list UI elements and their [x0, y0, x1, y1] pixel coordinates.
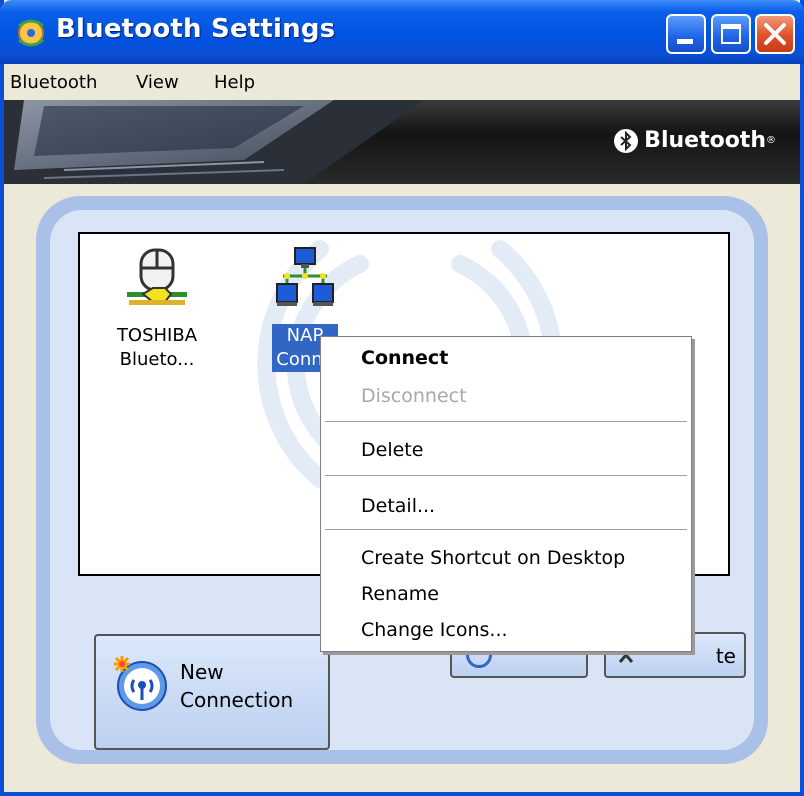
mouse-device-icon — [127, 248, 187, 305]
new-connection-label-line1: New — [180, 660, 224, 684]
bluetooth-brand: Bluetooth ® — [614, 128, 776, 153]
menu-bar: Bluetooth View Help — [4, 64, 800, 100]
menu-item-detail[interactable]: Detail... — [361, 495, 435, 517]
menu-item-change-icons[interactable]: Change Icons... — [361, 619, 508, 641]
menu-view[interactable]: View — [136, 72, 179, 93]
new-connection-label-line2: Connection — [180, 688, 294, 712]
context-menu: Connect Disconnect Delete Detail... Crea… — [320, 336, 692, 652]
maximize-icon — [721, 24, 741, 44]
menu-help[interactable]: Help — [214, 72, 255, 93]
device-label-line1: TOSHIBA — [116, 325, 198, 346]
new-connection-button[interactable]: New Connection — [94, 634, 330, 750]
menu-separator — [325, 475, 687, 477]
window-title: Bluetooth Settings — [56, 14, 336, 44]
menu-separator — [325, 529, 687, 531]
bluetooth-brand-text: Bluetooth — [644, 128, 766, 153]
menu-item-create-shortcut[interactable]: Create Shortcut on Desktop — [361, 547, 625, 569]
registered-mark: ® — [766, 135, 776, 146]
delete-button-label: te — [715, 644, 736, 668]
menu-bluetooth[interactable]: Bluetooth — [10, 72, 97, 93]
menu-item-disconnect: Disconnect — [361, 385, 467, 407]
device-toshiba[interactable]: TOSHIBA Blueto... — [92, 246, 222, 372]
device-label: TOSHIBA Blueto... — [92, 324, 222, 372]
laptop-banner-image — [4, 100, 424, 184]
bluetooth-settings-app-icon — [18, 19, 44, 47]
maximize-button[interactable] — [711, 14, 751, 54]
device-label-line2: Blueto... — [119, 349, 195, 370]
new-connection-label: New Connection — [180, 658, 293, 714]
menu-item-rename[interactable]: Rename — [361, 583, 439, 605]
network-icon — [276, 247, 334, 306]
menu-item-connect[interactable]: Connect — [361, 347, 448, 369]
new-connection-icon — [114, 656, 167, 711]
close-icon — [764, 23, 786, 45]
menu-separator — [325, 421, 687, 423]
bluetooth-logo-icon — [614, 128, 639, 153]
header-banner: Bluetooth ® — [4, 100, 800, 184]
menu-item-delete[interactable]: Delete — [361, 439, 423, 461]
title-bar[interactable]: Bluetooth Settings — [0, 0, 804, 64]
close-button[interactable] — [755, 14, 795, 54]
minimize-button[interactable] — [666, 14, 706, 54]
minimize-icon — [677, 39, 693, 44]
